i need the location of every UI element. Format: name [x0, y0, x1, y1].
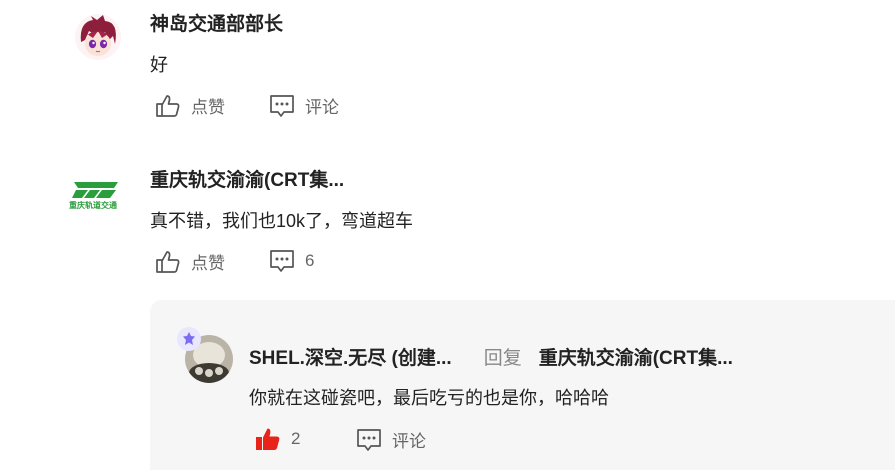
comment-button[interactable]: 评论 [356, 427, 426, 452]
like-label: 点赞 [191, 98, 225, 117]
avatar[interactable] [75, 14, 121, 60]
badge-icon [177, 327, 201, 351]
like-count: 2 [291, 429, 301, 448]
like-label: 点赞 [191, 254, 225, 273]
avatar[interactable] [177, 327, 233, 383]
comment-icon [269, 94, 295, 118]
avatar[interactable]: 重庆轨道交通 [66, 176, 126, 216]
thumbs-up-icon [155, 250, 181, 274]
comment-label: 评论 [392, 432, 426, 451]
thumbs-up-icon [155, 94, 181, 118]
reply-author[interactable]: SHEL.深空.无尽 (创建... [249, 343, 452, 370]
comment-button[interactable]: 评论 [269, 93, 339, 118]
comment-item: 重庆轨道交通 重庆轨交渝渝(CRT集... 真不错，我们也10k了，弯道超车 点… [0, 150, 895, 300]
comment-label: 评论 [305, 98, 339, 117]
reply-text: 你就在这碰瓷吧，最后吃亏的也是你，哈哈哈 [249, 388, 609, 408]
comment-text: 好 [150, 55, 168, 75]
comment-item: 神岛交通部部长 好 点赞 评论 [0, 0, 895, 140]
like-button[interactable]: 2 [255, 427, 300, 451]
comment-author[interactable]: 重庆轨交渝渝(CRT集... [150, 165, 344, 192]
comment-icon [356, 428, 382, 452]
like-button[interactable]: 点赞 [155, 93, 225, 118]
logo-caption: 重庆轨道交通 [69, 201, 117, 210]
avatar-image [75, 14, 121, 60]
comment-button[interactable]: 6 [269, 249, 314, 273]
comment-icon [269, 249, 295, 273]
comment-author[interactable]: 神岛交通部部长 [150, 9, 283, 36]
like-button[interactable]: 点赞 [155, 249, 225, 274]
comment-text: 真不错，我们也10k了，弯道超车 [150, 211, 414, 231]
thumbs-up-filled-icon [255, 427, 281, 451]
reply-word: 回复 [483, 348, 522, 369]
reply-to-author[interactable]: 重庆轨交渝渝(CRT集... [539, 343, 733, 370]
reply-count: 6 [305, 251, 315, 270]
reply-container: SHEL.深空.无尽 (创建... 回复 重庆轨交渝渝(CRT集... 你就在这… [150, 300, 895, 470]
